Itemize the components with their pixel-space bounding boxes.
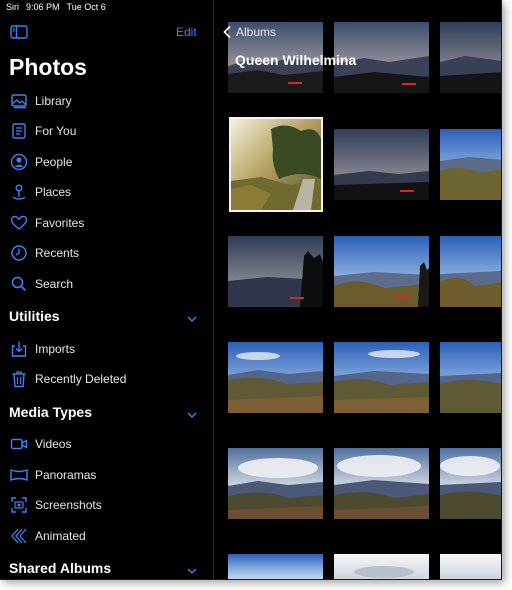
status-assistant: Siri <box>6 2 19 12</box>
status-bar: Siri 9:06 PM Tue Oct 6 <box>0 0 200 14</box>
photo-thumbnail-selected[interactable] <box>229 117 323 212</box>
photo-thumbnail[interactable] <box>440 554 501 579</box>
photo-thumbnail[interactable] <box>334 448 429 519</box>
sidebar-item-favorites[interactable]: Favorites <box>0 210 214 236</box>
chevron-left-icon <box>222 25 232 39</box>
photo-thumbnail[interactable] <box>440 448 501 519</box>
back-button-label: Albums <box>236 25 277 39</box>
photo-thumbnail[interactable] <box>440 342 501 413</box>
sidebar-item-search[interactable]: Search <box>0 271 214 297</box>
section-title: Shared Albums <box>9 560 112 576</box>
album-title: Queen Wilhelmina <box>235 52 357 68</box>
photo-library-icon <box>9 91 29 111</box>
heart-icon <box>9 213 29 233</box>
sidebar-item-label: Places <box>35 185 72 199</box>
photo-thumbnail[interactable] <box>228 236 323 307</box>
photo-thumbnail[interactable] <box>334 129 429 200</box>
sidebar-item-label: Videos <box>35 437 72 451</box>
section-title: Utilities <box>9 308 60 324</box>
sidebar-item-label: Imports <box>35 342 76 356</box>
sidebar-item-animated[interactable]: Animated <box>0 523 214 549</box>
trash-icon <box>9 369 29 389</box>
sidebar-item-label: Screenshots <box>35 498 102 512</box>
photo-thumbnail[interactable] <box>334 236 429 307</box>
chevron-down-icon[interactable] <box>186 407 198 419</box>
for-you-icon <box>9 121 29 141</box>
photo-thumbnail[interactable] <box>228 448 323 519</box>
sidebar-item-label: Search <box>35 277 74 291</box>
photo-thumbnail[interactable] <box>228 554 323 579</box>
photo-thumbnail[interactable] <box>334 554 429 579</box>
status-time: 9:06 PM <box>26 2 60 12</box>
sidebar-item-imports[interactable]: Imports <box>0 336 214 362</box>
sidebar-item-label: Favorites <box>35 216 85 230</box>
section-header-utilities[interactable]: Utilities <box>0 303 214 329</box>
sidebar-item-for-you[interactable]: For You <box>0 118 214 144</box>
status-date: Tue Oct 6 <box>66 2 106 12</box>
sidebar-item-label: Recents <box>35 246 80 260</box>
edit-button[interactable]: Edit <box>176 25 197 39</box>
person-circle-icon <box>9 152 29 172</box>
sidebar-item-places[interactable]: Places <box>0 179 214 205</box>
photo-thumbnail[interactable] <box>440 236 501 307</box>
photo-thumbnail[interactable] <box>334 342 429 413</box>
sidebar-item-label: People <box>35 155 73 169</box>
animated-icon <box>9 526 29 546</box>
sidebar-item-recents[interactable]: Recents <box>0 240 214 266</box>
sidebar-item-videos[interactable]: Videos <box>0 431 214 457</box>
sidebar-item-people[interactable]: People <box>0 149 214 175</box>
search-icon <box>9 274 29 294</box>
section-title: Media Types <box>9 404 92 420</box>
photo-thumbnail[interactable] <box>440 129 501 200</box>
chevron-down-icon[interactable] <box>186 311 198 323</box>
panorama-icon <box>9 465 29 485</box>
sidebar-toggle-icon[interactable] <box>10 25 28 39</box>
map-pin-icon <box>9 182 29 202</box>
section-header-shared-albums[interactable]: Shared Albums <box>0 555 214 579</box>
section-header-media-types[interactable]: Media Types <box>0 399 214 425</box>
album-view: Albums Queen Wilhelmina <box>215 0 501 579</box>
sidebar-item-label: Animated <box>35 529 86 543</box>
photo-thumbnail[interactable] <box>440 22 501 93</box>
sidebar-item-label: Library <box>35 94 72 108</box>
chevron-down-icon[interactable] <box>186 563 198 575</box>
sidebar-item-panoramas[interactable]: Panoramas <box>0 462 214 488</box>
sidebar-item-library[interactable]: Library <box>0 88 214 114</box>
video-icon <box>9 434 29 454</box>
import-icon <box>9 339 29 359</box>
sidebar: Siri 9:06 PM Tue Oct 6 Edit Photos Library… <box>0 0 214 579</box>
ipad-screen: Siri 9:06 PM Tue Oct 6 Edit Photos Library… <box>0 0 502 580</box>
photo-thumbnail[interactable] <box>228 342 323 413</box>
sidebar-item-label: Panoramas <box>35 468 97 482</box>
sidebar-item-screenshots[interactable]: Screenshots <box>0 492 214 518</box>
sidebar-item-label: Recently Deleted <box>35 372 127 386</box>
clock-icon <box>9 243 29 263</box>
sidebar-item-label: For You <box>35 124 77 138</box>
sidebar-item-recently-deleted[interactable]: Recently Deleted <box>0 366 214 392</box>
screenshot-icon <box>9 495 29 515</box>
sidebar-title: Photos <box>9 54 87 80</box>
